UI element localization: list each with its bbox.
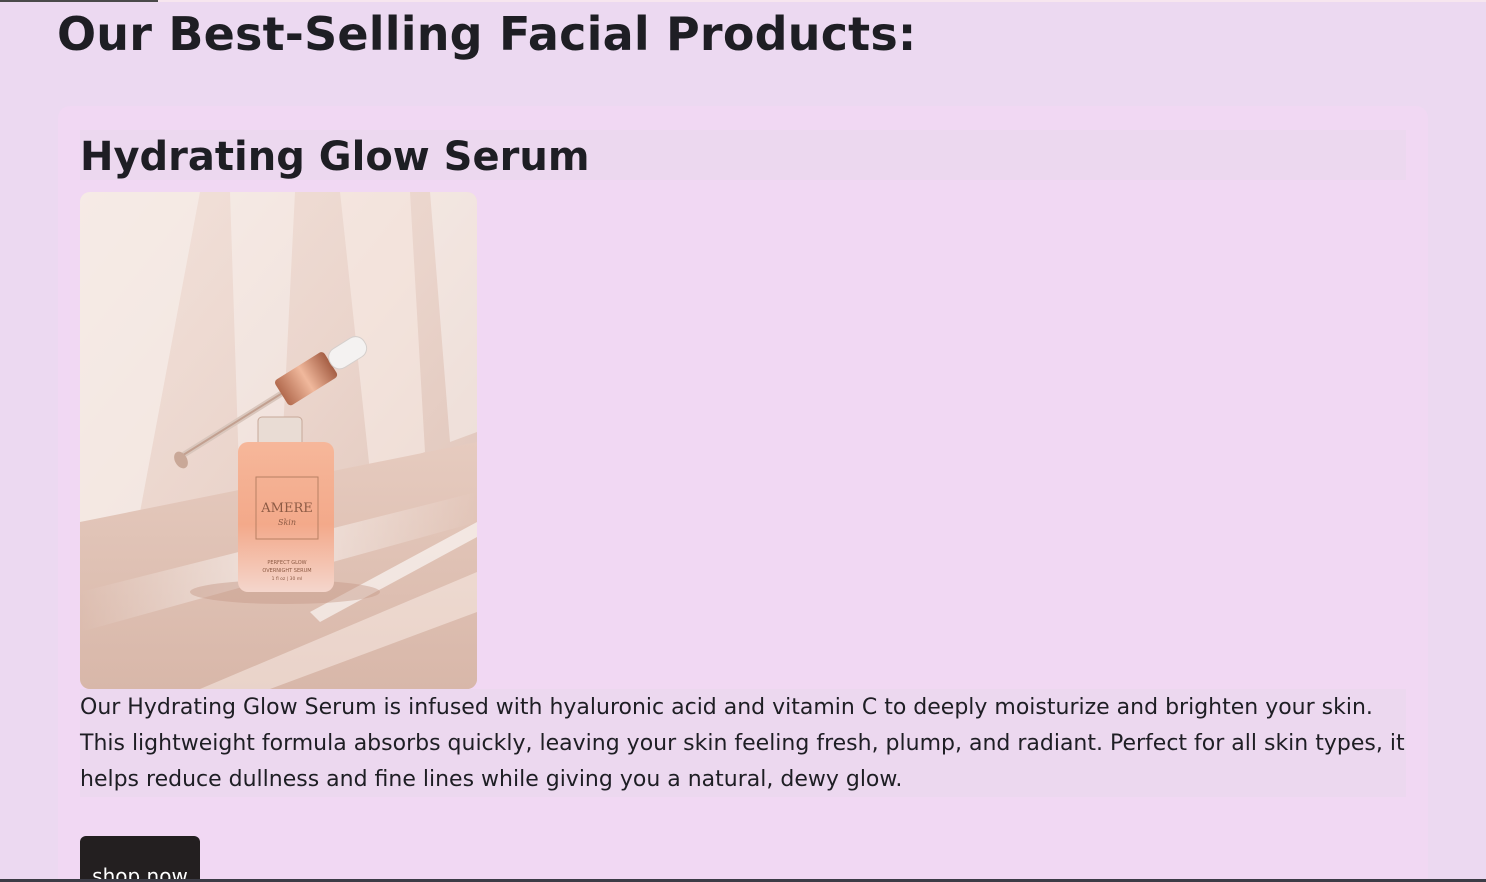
bottle-label-line3: 1 fl oz | 30 ml [272,576,303,582]
page-title: Our Best-Selling Facial Products: [57,7,917,61]
bottle-label-line1: PERFECT GLOW [267,560,306,566]
product-image: AMERE Skin PERFECT GLOW OVERNIGHT SERUM … [80,192,477,689]
product-description: Our Hydrating Glow Serum is infused with… [80,689,1406,797]
top-border [0,0,1486,2]
product-card: Hydrating Glow Serum AMERE Skin PERFECT … [58,106,1428,882]
top-border-accent [0,0,158,2]
shop-now-button[interactable]: shop now [80,836,200,882]
bottle-label-line2: OVERNIGHT SERUM [262,568,311,574]
bottle-brand-label: AMERE [260,501,312,516]
product-name: Hydrating Glow Serum [80,130,1406,180]
bottle-brand-sub-label: Skin [278,518,296,527]
